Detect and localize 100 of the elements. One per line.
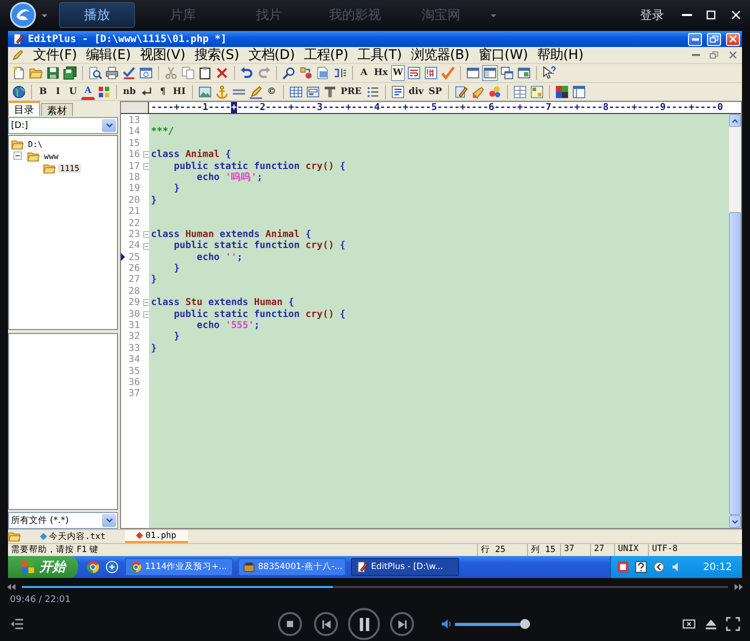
toolbar-button[interactable]: I xyxy=(51,84,65,100)
toolbar-button[interactable]: PRE xyxy=(338,84,364,100)
round-logo-icon[interactable] xyxy=(86,560,100,574)
menu-item[interactable]: 工具(T) xyxy=(357,46,402,64)
line-numbers-icon[interactable] xyxy=(422,65,439,81)
scroll-up-button[interactable] xyxy=(729,114,741,127)
globe-icon[interactable] xyxy=(11,84,27,100)
menu-item[interactable]: 浏览器(B) xyxy=(410,46,470,64)
window-icon[interactable] xyxy=(464,65,481,81)
chevron-down-icon xyxy=(731,518,739,526)
menu-item[interactable]: 文档(D) xyxy=(248,46,295,64)
check-mark-icon[interactable] xyxy=(440,65,456,81)
tree-item[interactable]: 1115 xyxy=(58,164,82,172)
folder-icon[interactable] xyxy=(8,530,21,543)
word-wrap-icon[interactable] xyxy=(406,65,422,81)
drive-dropdown[interactable]: [D:] xyxy=(8,117,118,134)
menu-item[interactable]: 工程(P) xyxy=(304,46,348,64)
spell-check-icon[interactable] xyxy=(121,65,137,81)
window-icon[interactable] xyxy=(682,617,696,631)
x-mark-icon[interactable] xyxy=(214,65,230,81)
taskbar-button[interactable]: 1114作业及预习+... xyxy=(125,558,233,576)
toolbar-button[interactable]: ¶ xyxy=(156,84,170,100)
cascade-windows-icon[interactable] xyxy=(498,65,515,81)
app-tile-icon[interactable] xyxy=(617,561,629,573)
tree-item[interactable]: D:\ xyxy=(26,140,44,148)
color-squares-icon[interactable] xyxy=(554,84,570,100)
volume-icon[interactable] xyxy=(441,618,453,630)
split-window-icon[interactable] xyxy=(482,65,498,81)
clipboard-icon[interactable] xyxy=(197,65,213,81)
menu-item[interactable]: 帮助(H) xyxy=(537,46,584,64)
pen-icon[interactable] xyxy=(452,84,469,100)
player-tab[interactable]: 播放 xyxy=(59,2,135,28)
print-preview-icon[interactable] xyxy=(87,65,103,81)
combo-text: [D:] xyxy=(11,120,28,130)
plus-circle-icon[interactable] xyxy=(105,560,119,574)
toolbar-button[interactable]: © xyxy=(264,84,279,100)
help-pointer-icon[interactable] xyxy=(540,65,557,81)
fullscreen-icon[interactable] xyxy=(726,617,740,631)
eject-icon[interactable] xyxy=(704,617,718,631)
menu-item[interactable]: 文件(F) xyxy=(33,46,78,64)
fast-forward-icon[interactable] xyxy=(734,582,744,592)
new-document-icon[interactable] xyxy=(11,65,27,81)
toolbar-button[interactable]: U xyxy=(66,84,80,100)
file-filter-dropdown[interactable]: 所有文件 (*.*) xyxy=(8,512,118,529)
toolbar-button[interactable]: HI xyxy=(170,84,188,100)
minimize-button[interactable] xyxy=(688,32,702,46)
restore-button[interactable] xyxy=(707,32,721,46)
menu-item[interactable]: 搜索(S) xyxy=(194,46,240,64)
start-button[interactable]: 开始 xyxy=(8,556,78,578)
toolbar-button[interactable]: W xyxy=(390,65,405,81)
menu-icon[interactable] xyxy=(10,617,24,631)
maximize-icon[interactable] xyxy=(705,9,717,21)
next-button[interactable] xyxy=(390,612,414,636)
panel-tab[interactable]: 素材 xyxy=(41,103,73,116)
dropdown-button[interactable] xyxy=(102,119,116,132)
taskbar-button[interactable]: EditPlus - [D:\w... xyxy=(351,558,459,576)
scroll-down-button[interactable] xyxy=(729,515,741,528)
toolbar-button[interactable]: div xyxy=(406,84,426,100)
help-icon[interactable] xyxy=(635,561,647,573)
login-button[interactable]: 登录 xyxy=(640,6,664,24)
pencil-icon[interactable] xyxy=(248,84,264,100)
pause-button[interactable] xyxy=(348,608,380,640)
previous-button[interactable] xyxy=(314,612,338,636)
rewind-icon[interactable] xyxy=(6,582,16,592)
document-tab[interactable]: 今天内容.txt xyxy=(29,530,118,543)
colored-grid-icon[interactable] xyxy=(528,84,545,100)
toolbar-button[interactable]: B xyxy=(36,84,50,100)
toolbar-button[interactable]: Hx xyxy=(372,65,390,81)
browser-window-icon[interactable] xyxy=(138,65,154,81)
menu-item[interactable]: 视图(V) xyxy=(140,46,186,64)
line-number: 15 xyxy=(128,138,140,150)
restore-icon[interactable] xyxy=(709,50,719,60)
tree-item[interactable]: www xyxy=(42,152,60,160)
scissors-icon[interactable] xyxy=(163,65,179,81)
tile-windows-icon[interactable] xyxy=(516,65,532,81)
floppy-disks-icon[interactable] xyxy=(62,65,78,81)
undo-icon[interactable] xyxy=(239,65,255,81)
scrollbar-thumb[interactable] xyxy=(729,212,741,515)
menu-item[interactable]: 窗口(W) xyxy=(478,46,528,64)
frame-icon[interactable] xyxy=(570,84,587,100)
paint-icon[interactable] xyxy=(486,84,503,100)
printer-icon[interactable] xyxy=(104,65,120,81)
menu-item[interactable]: 编辑(E) xyxy=(86,46,131,64)
taskbar-button[interactable]: 88354001-燕十八-... xyxy=(238,558,346,576)
toolbar-button[interactable]: SP xyxy=(426,84,444,100)
font-color-button[interactable]: A xyxy=(81,84,95,100)
volume-thumb[interactable] xyxy=(520,619,530,629)
close-button[interactable] xyxy=(726,32,740,46)
grid-icon[interactable] xyxy=(512,84,528,100)
toolbar-button[interactable]: nb xyxy=(121,84,138,100)
logo-icon[interactable] xyxy=(8,2,38,28)
document-tab[interactable]: 01.php xyxy=(125,530,188,543)
toolbar-button[interactable]: A xyxy=(357,65,371,81)
panel-tab[interactable]: 目录 xyxy=(8,101,40,116)
search-icon[interactable] xyxy=(281,65,297,81)
text-box-icon[interactable] xyxy=(390,84,406,100)
replace-icon[interactable] xyxy=(298,65,314,81)
collapse-icon[interactable] xyxy=(13,151,23,161)
dropdown-button[interactable] xyxy=(102,514,116,527)
stop-button[interactable] xyxy=(278,612,302,636)
